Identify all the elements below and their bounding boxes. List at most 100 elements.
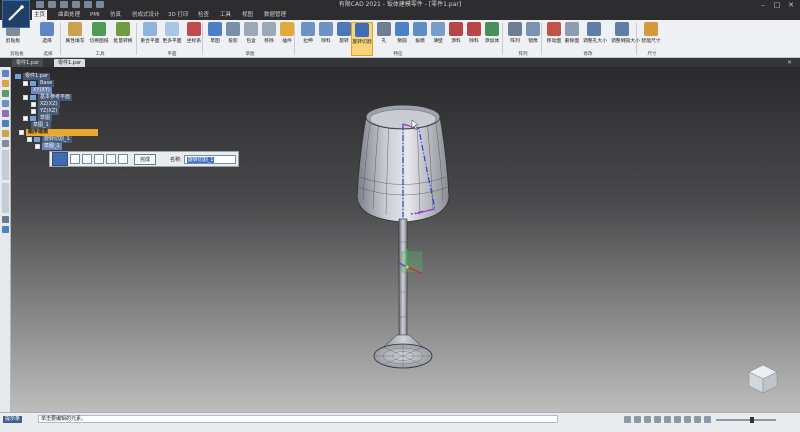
batch-convert-label: 批量转换 (113, 39, 133, 44)
view-cube[interactable] (746, 362, 780, 396)
help-icon[interactable] (1, 140, 9, 147)
close-document-icon[interactable]: ✕ (787, 58, 792, 67)
revolve-cut-icon (355, 23, 369, 37)
move-face-icon (547, 22, 561, 36)
display-style-icon[interactable] (684, 416, 691, 423)
library-icon[interactable] (1, 110, 9, 117)
group-separator (60, 23, 61, 55)
left-toolbar (0, 67, 11, 412)
axis-triad (398, 249, 423, 274)
property-fill-button[interactable]: 属性填写 (64, 22, 86, 56)
extrude-icon (301, 22, 315, 36)
tab-generative-design[interactable]: 创成式设计 (130, 10, 162, 20)
globe-icon[interactable] (1, 226, 9, 233)
group-separator (202, 23, 203, 55)
mirror-icon (526, 22, 540, 36)
resize-hole-icon (587, 22, 601, 36)
tab-home[interactable]: 主页 (32, 10, 48, 20)
round-icon (395, 22, 409, 36)
group-separator (636, 23, 637, 55)
prompt-bar-label[interactable]: 提示条 (3, 416, 23, 423)
resize-round-label: 调整倒圆大小 (611, 39, 640, 44)
revolve-icon (337, 22, 351, 36)
batch-convert-icon (116, 22, 130, 36)
zoom-area-icon[interactable] (624, 416, 631, 423)
pen-icon[interactable] (1, 80, 9, 87)
group-label-features: 特征 (393, 52, 403, 57)
group-separator (294, 23, 295, 55)
property-icon (68, 22, 82, 36)
ribbon: 剪贴板 选择 属性填写 切换图纸 批量转换 重合平面 更多平面 坐标系 草图 投… (0, 20, 800, 58)
property-fill-label: 属性填写 (65, 39, 85, 44)
zoom-slider[interactable] (716, 417, 776, 423)
sketch-icon (208, 22, 222, 36)
remove-material-icon (467, 22, 481, 36)
shaded-icon[interactable] (694, 416, 701, 423)
select-label: 选择 (42, 39, 52, 44)
layers-icon[interactable] (1, 90, 9, 97)
zoom-icon[interactable] (634, 416, 641, 423)
tab-data-management[interactable]: 数据管理 (262, 10, 288, 20)
window-title: 有限CAD 2021 - 钣体建模零件 - [零件1.par] (338, 1, 462, 8)
minimize-button[interactable]: – (756, 0, 770, 10)
path-finder-icon[interactable] (1, 70, 9, 77)
plane-icon (143, 22, 157, 36)
tab-view[interactable]: 视图 (240, 10, 255, 20)
group-label-sketch: 草图 (245, 52, 255, 57)
app-logo-icon (8, 5, 24, 21)
window-controls: – □ ✕ (756, 0, 798, 10)
cut-icon (319, 22, 333, 36)
close-button[interactable]: ✕ (784, 0, 798, 10)
resize-hole-label: 调整孔大小 (583, 39, 607, 44)
group-separator (136, 23, 137, 55)
clipboard-label: 剪贴板 (5, 39, 21, 44)
tab-surfacing[interactable]: 曲面处理 (56, 10, 82, 20)
add-body-icon (485, 22, 499, 36)
group-label-select: 选择 (43, 52, 53, 57)
group-label-planes: 平面 (167, 52, 177, 57)
revolve-cut-button[interactable]: 旋转切割 (351, 22, 373, 56)
app-menu-button[interactable] (2, 0, 30, 28)
delete-face-label: 删除面 (564, 39, 580, 44)
prompt-text: 单击要编辑的元素。 (38, 415, 558, 423)
resize-round-icon (615, 22, 629, 36)
features-icon[interactable] (1, 100, 9, 107)
coincident-plane-button[interactable]: 重合平面 (139, 22, 161, 56)
document-tab-part1-active[interactable]: 零件1.par (54, 59, 86, 67)
rotate-icon[interactable] (664, 416, 671, 423)
zoom-slider-knob[interactable] (750, 417, 754, 423)
coordinate-system-icon (187, 22, 201, 36)
document-tab-part1[interactable]: 零件1.par (12, 59, 44, 67)
settings-icon[interactable] (1, 216, 9, 223)
group-label-dimension: 尺寸 (647, 52, 657, 57)
3d-viewport[interactable]: 零件1.par Base XY(XY) 基本参考平面 XZ(XZ) YZ(XZ)… (11, 67, 800, 412)
ribbon-tab-bar: 主页 曲面处理 PMI 仿真 创成式设计 3D 打印 检查 工具 视图 数据管理 (0, 10, 800, 20)
vertical-panel-tab-2[interactable] (1, 183, 9, 213)
tab-3d-print[interactable]: 3D 打印 (166, 10, 190, 20)
variables-icon[interactable] (1, 130, 9, 137)
tab-tools[interactable]: 工具 (218, 10, 233, 20)
group-label-pattern: 阵列 (518, 52, 528, 57)
fit-icon[interactable] (644, 416, 651, 423)
wine-glass-model[interactable] (11, 67, 800, 412)
pattern-icon (508, 22, 522, 36)
more-planes-icon (165, 22, 179, 36)
tab-pmi[interactable]: PMI (88, 10, 102, 20)
view-orientation-icon[interactable] (674, 416, 681, 423)
hole-icon (377, 22, 391, 36)
vertical-panel-tab[interactable] (1, 150, 9, 180)
properties-icon[interactable] (1, 120, 9, 127)
select-arrow-icon (40, 22, 54, 36)
tab-inspect[interactable]: 检查 (196, 10, 211, 20)
revolve-cut-label: 旋转切割 (352, 40, 372, 45)
resize-round-button[interactable]: 调整倒圆大小 (611, 22, 640, 56)
batch-convert-button[interactable]: 批量转换 (112, 22, 134, 56)
section-icon[interactable] (704, 416, 711, 423)
pan-icon[interactable] (654, 416, 661, 423)
remove-icon (262, 22, 276, 36)
plugin-icon (280, 22, 294, 36)
maximize-button[interactable]: □ (770, 0, 784, 10)
group-separator (541, 23, 542, 55)
add-body-button[interactable]: 添加体 (481, 22, 503, 56)
tab-simulation[interactable]: 仿真 (108, 10, 123, 20)
